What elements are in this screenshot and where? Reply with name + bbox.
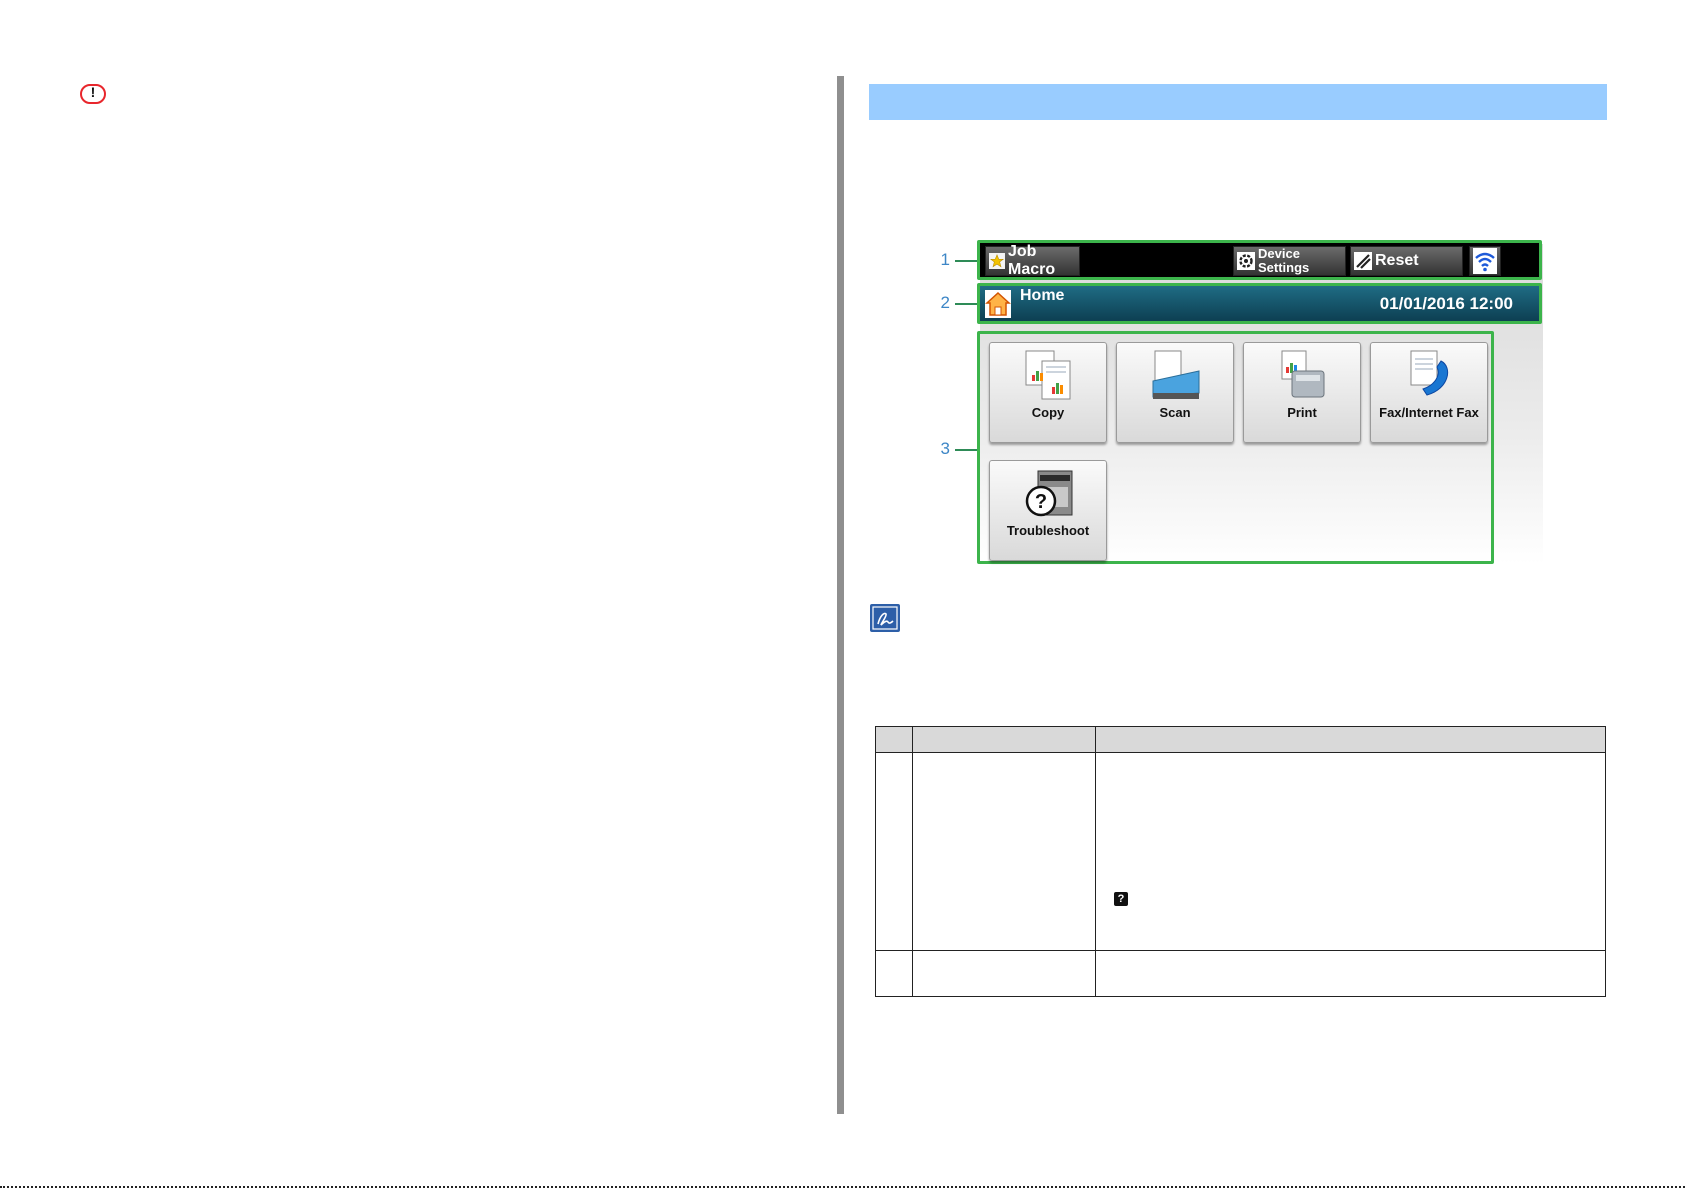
row2-cell-item bbox=[912, 950, 1096, 997]
callout-3: 3 bbox=[940, 439, 950, 458]
panel-home-bar: Home 01/01/2016 12:00 bbox=[977, 283, 1542, 324]
table-row bbox=[875, 950, 1606, 997]
home-title: Home bbox=[1020, 287, 1065, 304]
table-header-row bbox=[875, 726, 1606, 753]
callout-1-leader bbox=[955, 260, 978, 262]
star-icon bbox=[989, 253, 1005, 269]
warning-icon: ! bbox=[80, 84, 106, 104]
row2-cell-description bbox=[1095, 950, 1606, 997]
reset-label: Reset bbox=[1375, 252, 1419, 269]
troubleshoot-icon: ? bbox=[1025, 470, 1073, 517]
section-header-bar bbox=[869, 84, 1607, 120]
row1-cell-item bbox=[912, 752, 1096, 951]
device-settings-line2: Settings bbox=[1258, 260, 1310, 275]
troubleshoot-label: Troubleshoot bbox=[1006, 523, 1090, 538]
device-settings-button[interactable]: Device Settings bbox=[1233, 246, 1346, 276]
job-macro-button[interactable]: Job Macro bbox=[985, 243, 1080, 278]
print-tile[interactable]: Print bbox=[1243, 342, 1361, 443]
description-table bbox=[875, 726, 1606, 997]
scan-tile[interactable]: Scan bbox=[1116, 342, 1234, 443]
wifi-status-button[interactable] bbox=[1469, 246, 1501, 276]
row2-cell-number bbox=[875, 950, 913, 997]
copy-icon bbox=[1025, 350, 1071, 400]
wifi-icon bbox=[1473, 248, 1497, 274]
callout-2-leader bbox=[955, 303, 978, 305]
device-settings-line1: Device bbox=[1258, 246, 1300, 261]
header-cell-description bbox=[1095, 726, 1606, 753]
table-row bbox=[875, 752, 1606, 951]
scan-icon bbox=[1152, 350, 1200, 399]
reset-button[interactable]: Reset bbox=[1350, 246, 1463, 276]
fax-label: Fax/Internet Fax bbox=[1379, 405, 1479, 420]
question-icon: ? bbox=[1114, 892, 1128, 906]
troubleshoot-tile[interactable]: ? Troubleshoot bbox=[989, 460, 1107, 561]
reset-icon bbox=[1354, 252, 1372, 270]
print-label: Print bbox=[1287, 405, 1317, 420]
scan-label: Scan bbox=[1159, 405, 1191, 420]
copy-tile[interactable]: Copy bbox=[989, 342, 1107, 443]
fax-icon bbox=[1410, 350, 1449, 396]
callout-3-leader bbox=[955, 449, 978, 451]
datetime-display: 01/01/2016 12:00 bbox=[1379, 294, 1513, 313]
troubleshoot-question-mark: ? bbox=[1035, 491, 1047, 513]
panel-top-bar: Job Macro Device Settings Reset bbox=[977, 240, 1542, 280]
header-cell-item bbox=[912, 726, 1096, 753]
job-macro-label: Job Macro bbox=[1007, 243, 1056, 278]
header-cell-number bbox=[875, 726, 913, 753]
print-icon bbox=[1281, 350, 1325, 398]
function-grid: Copy Scan Print Fax/Internet Fax ? Troub… bbox=[977, 331, 1494, 564]
row1-cell-number bbox=[875, 752, 913, 951]
note-pen-icon bbox=[870, 604, 900, 632]
callout-2: 2 bbox=[940, 293, 950, 312]
callout-1: 1 bbox=[940, 250, 950, 269]
bottom-dotted-rule bbox=[0, 1186, 1685, 1188]
gear-icon bbox=[1237, 252, 1255, 270]
fax-tile[interactable]: Fax/Internet Fax bbox=[1370, 342, 1488, 443]
copy-label: Copy bbox=[1031, 405, 1065, 420]
row1-cell-description bbox=[1095, 752, 1606, 951]
home-icon[interactable] bbox=[985, 290, 1011, 318]
device-settings-label: Device Settings bbox=[1258, 247, 1309, 275]
page-divider bbox=[837, 76, 844, 1114]
